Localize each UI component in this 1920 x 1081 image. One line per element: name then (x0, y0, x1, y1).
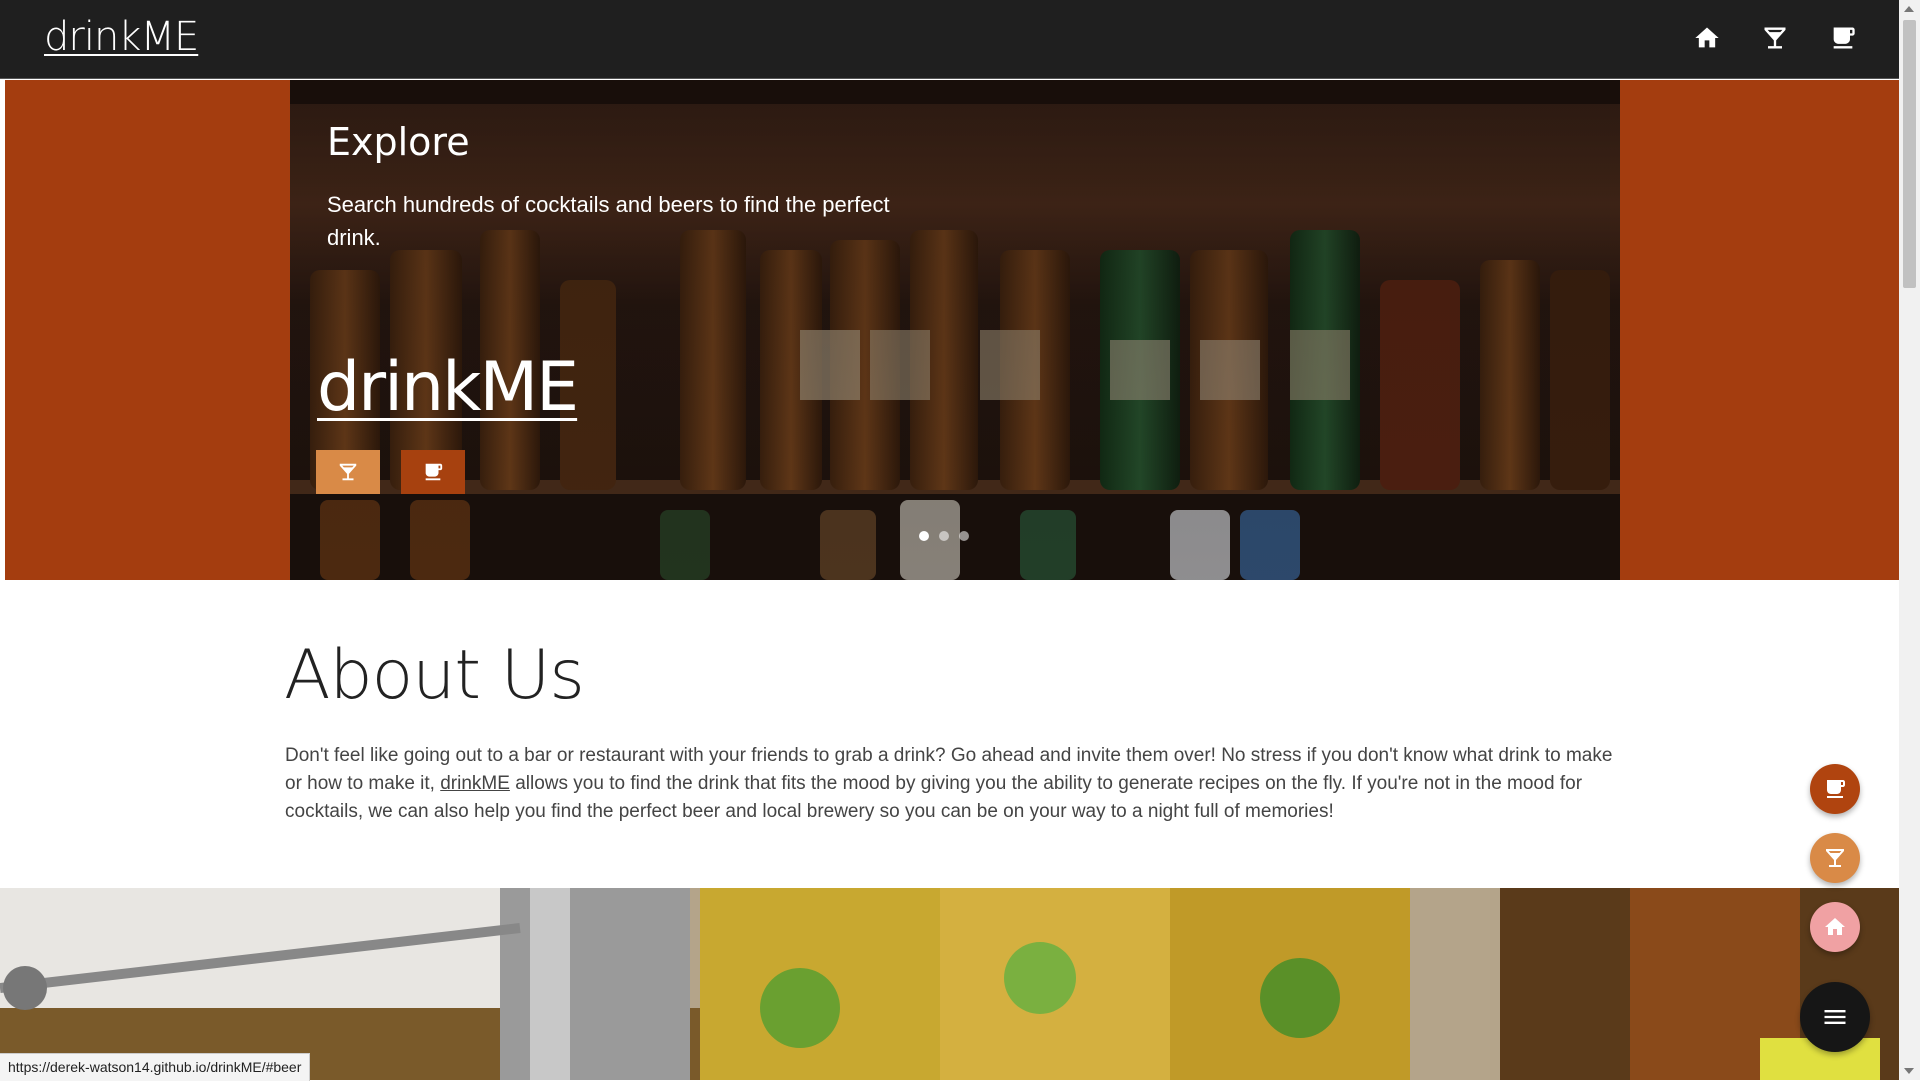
carousel-dot[interactable] (919, 531, 929, 541)
fab-beer-button[interactable] (1810, 764, 1860, 814)
cocktail-icon[interactable] (1759, 22, 1791, 54)
cocktail-icon (339, 463, 357, 481)
fab-menu-button[interactable] (1800, 982, 1870, 1052)
drinkme-link[interactable]: drinkME (440, 773, 510, 794)
fab-cocktail-button[interactable] (1810, 833, 1860, 883)
cocktail-icon (1826, 849, 1844, 867)
carousel-dot[interactable] (959, 531, 969, 541)
home-icon[interactable] (1691, 22, 1723, 54)
page-scrollbar[interactable] (1899, 0, 1920, 1080)
beer-icon (425, 463, 443, 481)
about-text: Don't feel like going out to a bar or re… (285, 745, 1613, 822)
beer-icon (1827, 780, 1845, 798)
hero-description: Search hundreds of cocktails and beers t… (327, 192, 890, 250)
about-title: About Us (284, 636, 585, 715)
home-icon (1825, 918, 1845, 935)
beer-icon[interactable] (1827, 22, 1859, 54)
scroll-thumb[interactable] (1903, 20, 1916, 288)
scroll-down-arrow[interactable] (1904, 1068, 1914, 1074)
hero-brand-link[interactable]: drinkME (317, 348, 579, 427)
carousel-indicators (919, 531, 969, 541)
nav-icons (1691, 22, 1859, 54)
hero-title: Explore (327, 120, 470, 164)
scroll-up-arrow[interactable] (1904, 6, 1914, 12)
hero-beer-button[interactable] (401, 450, 465, 494)
hero-cocktail-button[interactable] (316, 450, 380, 494)
top-navbar: drinkME (0, 0, 1899, 79)
link-status-bar: https://derek-watson14.github.io/drinkME… (0, 1053, 311, 1081)
carousel-dot[interactable] (939, 531, 949, 541)
cocktails-photo (0, 888, 1899, 1080)
menu-icon (1824, 1010, 1846, 1024)
brand-logo-link[interactable]: drinkME (44, 14, 199, 60)
fab-home-button[interactable] (1810, 902, 1860, 952)
hero-carousel: Explore Search hundreds of cocktails and… (290, 80, 1620, 580)
